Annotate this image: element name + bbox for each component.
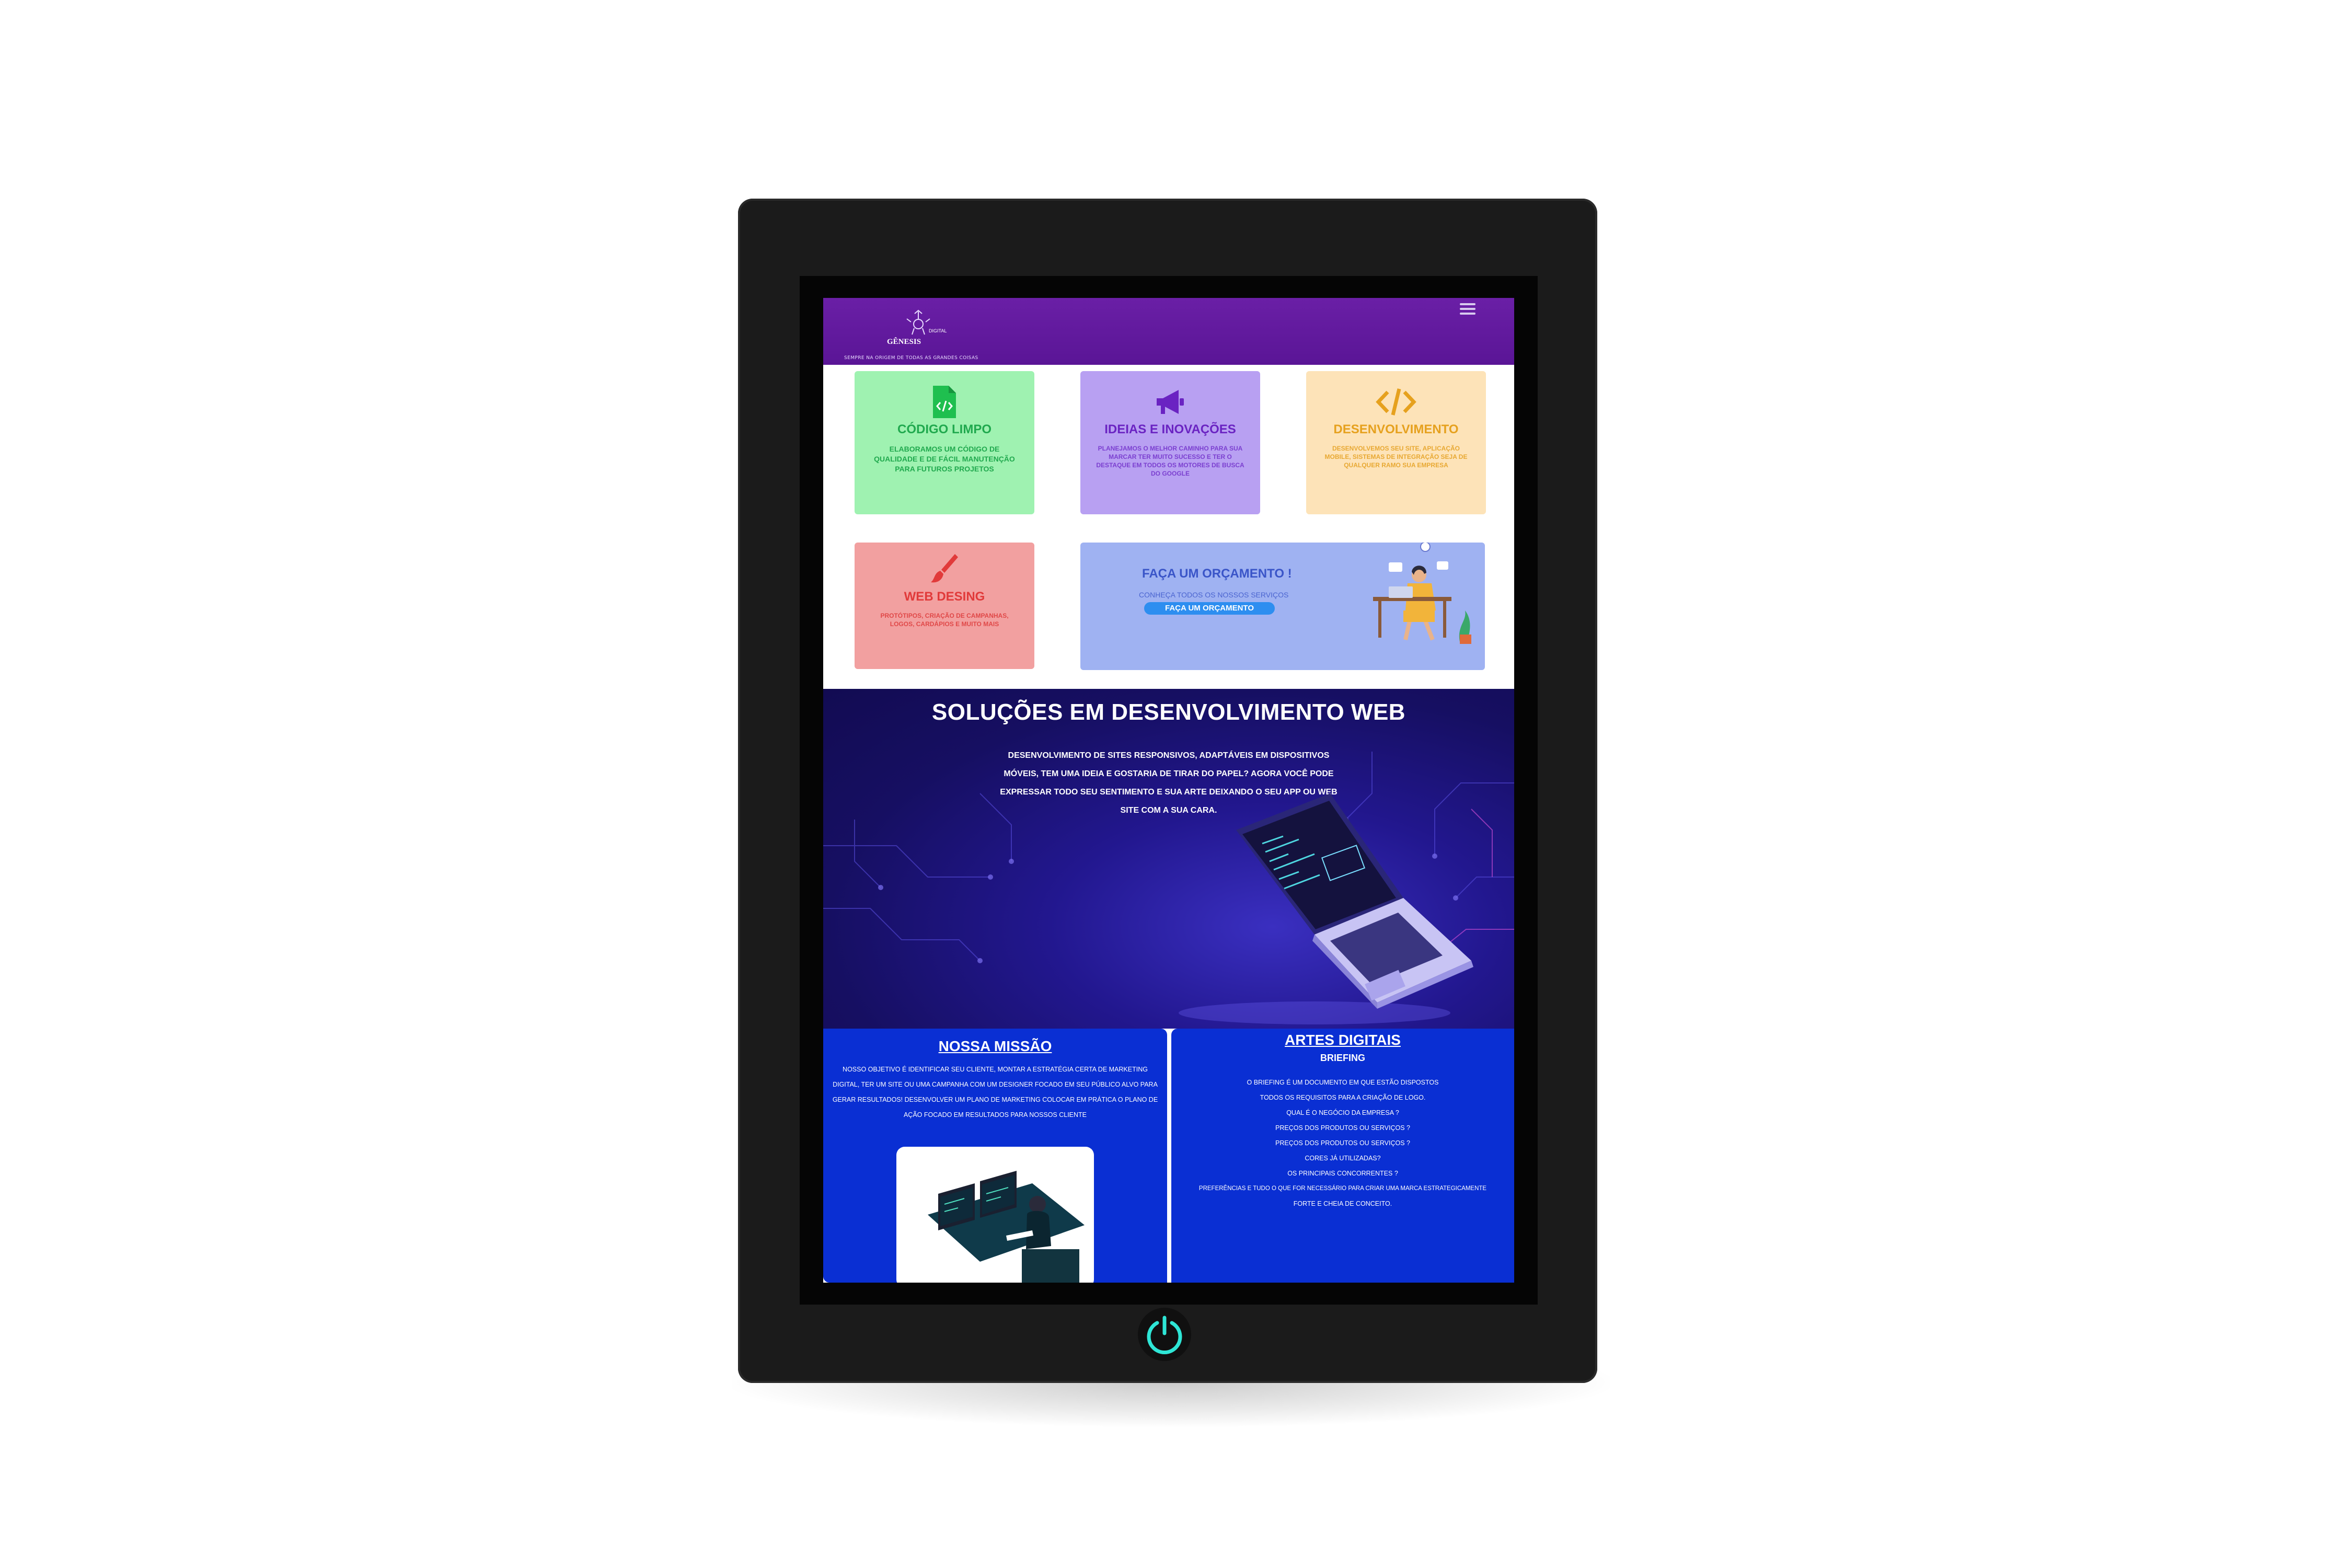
site-header: GÊNESIS DIGITAL SEMPRE NA ORIGEM DE TODA… bbox=[823, 298, 1514, 365]
quote-title: FAÇA UM ORÇAMENTO ! bbox=[1142, 567, 1292, 581]
hamburger-icon[interactable] bbox=[1460, 303, 1475, 317]
arts-line: PREÇOS DOS PRODUTOS OU SERVIÇOS ? bbox=[1275, 1139, 1410, 1147]
card-text: ELABORAMOS UM CÓDIGO DE QUALIDADE E DE F… bbox=[874, 445, 1015, 473]
megaphone-icon bbox=[1157, 390, 1184, 414]
code-icon bbox=[1376, 388, 1416, 416]
service-card-ideias[interactable]: IDEIAS E INOVAÇÕES PLANEJAMOS O MELHOR C… bbox=[1080, 371, 1260, 514]
arts-line: TODOS OS REQUISITOS PARA A CRIAÇÃO DE LO… bbox=[1260, 1094, 1426, 1101]
arts-text: O BRIEFING É UM DOCUMENTO EM QUE ESTÃO D… bbox=[1171, 1075, 1514, 1212]
tablet-screen: GÊNESIS DIGITAL SEMPRE NA ORIGEM DE TODA… bbox=[823, 298, 1514, 1283]
logo-text: GÊNESIS bbox=[887, 337, 921, 346]
quote-subtitle: CONHEÇA TODOS OS NOSSOS SERVIÇOS bbox=[1139, 591, 1289, 599]
card-title: DESENVOLVIMENTO bbox=[1333, 422, 1459, 436]
tablet-frame: GÊNESIS DIGITAL SEMPRE NA ORIGEM DE TODA… bbox=[738, 199, 1597, 1383]
power-icon bbox=[1147, 1316, 1182, 1354]
arts-line: CORES JÁ UTILIZADAS? bbox=[1305, 1155, 1381, 1162]
menu-line bbox=[1460, 308, 1475, 310]
quote-button[interactable]: FAÇA UM ORÇAMENTO bbox=[1144, 602, 1275, 615]
mission-illustration bbox=[896, 1147, 1094, 1283]
quote-banner: FAÇA UM ORÇAMENTO ! CONHEÇA TODOS OS NOS… bbox=[1080, 543, 1485, 670]
arts-line: QUAL É O NEGÓCIO DA EMPRESA ? bbox=[1286, 1109, 1399, 1116]
card-text: PLANEJAMOS O MELHOR CAMINHO PARA SUA MAR… bbox=[1096, 445, 1244, 477]
mission-title: NOSSA MISSÃO bbox=[938, 1038, 1052, 1054]
card-text: PROTÓTIPOS, CRIAÇÃO DE CAMPANHAS, LOGOS,… bbox=[880, 612, 1009, 628]
card-title: WEB DESING bbox=[904, 590, 985, 604]
menu-line bbox=[1460, 303, 1475, 305]
brush-icon bbox=[931, 554, 958, 583]
mission-text: NOSSO OBJETIVO É IDENTIFICAR SEU CLIENTE… bbox=[832, 1066, 1158, 1119]
logo-tag: DIGITAL bbox=[929, 328, 947, 333]
card-title: IDEIAS E INOVAÇÕES bbox=[1104, 422, 1236, 436]
hero-section: SOLUÇÕES EM DESENVOLVIMENTO WEB DESENVOL… bbox=[823, 689, 1514, 1029]
arts-line: PREÇOS DOS PRODUTOS OU SERVIÇOS ? bbox=[1275, 1124, 1410, 1132]
arts-line: PREFERÊNCIAS E TUDO O QUE FOR NECESSÁRIO… bbox=[1198, 1185, 1487, 1192]
arts-line: FORTE E CHEIA DE CONCEITO. bbox=[1293, 1200, 1392, 1207]
tablet-bezel: GÊNESIS DIGITAL SEMPRE NA ORIGEM DE TODA… bbox=[800, 276, 1538, 1305]
logo-icon[interactable]: GÊNESIS DIGITAL bbox=[886, 301, 949, 351]
service-card-web-design[interactable]: WEB DESING PROTÓTIPOS, CRIAÇÃO DE CAMPAN… bbox=[855, 543, 1034, 669]
logo-tagline: SEMPRE NA ORIGEM DE TODAS AS GRANDES COI… bbox=[844, 355, 978, 361]
arts-subtitle: BRIEFING bbox=[1320, 1053, 1365, 1063]
developer-desk-illustration bbox=[928, 1171, 1085, 1283]
file-code-icon bbox=[933, 386, 956, 418]
services-section: CÓDIGO LIMPO ELABORAMOS UM CÓDIGO DE QUA… bbox=[823, 365, 1514, 689]
laptop-illustration bbox=[1179, 793, 1473, 1024]
card-title: CÓDIGO LIMPO bbox=[897, 422, 991, 436]
menu-line bbox=[1460, 313, 1475, 315]
hero-title: SOLUÇÕES EM DESENVOLVIMENTO WEB bbox=[931, 699, 1406, 725]
power-button[interactable] bbox=[1138, 1308, 1191, 1361]
arts-panel: ARTES DIGITAIS BRIEFING O BRIEFING É UM … bbox=[1171, 1029, 1514, 1283]
arts-line: O BRIEFING É UM DOCUMENTO EM QUE ESTÃO D… bbox=[1247, 1079, 1439, 1086]
arts-title: ARTES DIGITAIS bbox=[1285, 1032, 1401, 1048]
card-text: DESENVOLVEMOS SEU SITE, APLICAÇÃO MOBILE… bbox=[1324, 445, 1468, 469]
service-card-codigo-limpo[interactable]: CÓDIGO LIMPO ELABORAMOS UM CÓDIGO DE QUA… bbox=[855, 371, 1034, 514]
arts-line: OS PRINCIPAIS CONCORRENTES ? bbox=[1287, 1170, 1398, 1177]
mission-panel: NOSSA MISSÃO NOSSO OBJETIVO É IDENTIFICA… bbox=[823, 1029, 1167, 1283]
service-card-desenvolvimento[interactable]: DESENVOLVIMENTO DESENVOLVEMOS SEU SITE, … bbox=[1306, 371, 1486, 514]
work-desk-illustration bbox=[1373, 543, 1471, 644]
